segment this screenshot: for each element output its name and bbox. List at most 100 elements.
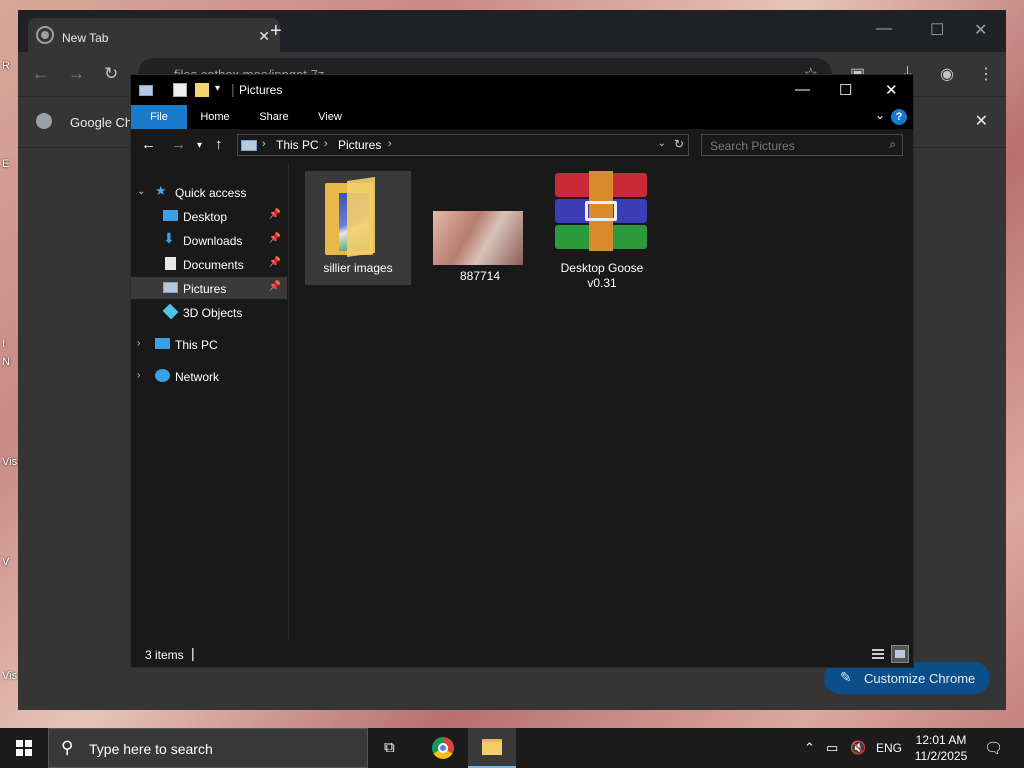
address-row: ← → ▾ ↑ › This PC › Pictures › ⌄ ↻ Searc… bbox=[131, 129, 913, 163]
nav-item-pictures[interactable]: Pictures 📌 bbox=[131, 277, 287, 299]
nav-item-documents[interactable]: Documents 📌 bbox=[131, 253, 287, 275]
large-icons-view-icon[interactable] bbox=[891, 645, 909, 663]
archive-item[interactable]: Desktop Goose v0.31 bbox=[549, 171, 655, 290]
tab-file[interactable]: File bbox=[131, 105, 187, 129]
search-placeholder: Search Pictures bbox=[710, 139, 795, 153]
maximize-icon[interactable]: ☐ bbox=[930, 20, 944, 40]
up-icon[interactable]: ↑ bbox=[215, 136, 223, 153]
desktop-icon bbox=[163, 210, 178, 221]
qat-dropdown-icon[interactable]: ▾ bbox=[215, 83, 220, 94]
tab-view[interactable]: View bbox=[311, 105, 349, 129]
chrome-icon bbox=[38, 28, 52, 42]
folder-icon bbox=[482, 739, 502, 755]
chevron-right-icon[interactable]: › bbox=[137, 338, 140, 349]
chevron-right-icon[interactable]: › bbox=[262, 138, 266, 150]
taskbar-file-explorer[interactable] bbox=[468, 728, 516, 768]
nav-item-desktop[interactable]: Desktop 📌 bbox=[131, 205, 287, 227]
back-icon[interactable]: ← bbox=[32, 64, 49, 84]
notification-icon[interactable]: 🗨 bbox=[984, 739, 1003, 757]
file-list: sillier images 887714 Desktop Goose v0.3… bbox=[291, 163, 913, 641]
properties-icon[interactable] bbox=[173, 83, 187, 97]
close-icon[interactable]: ✕ bbox=[975, 111, 988, 131]
folder-item[interactable]: sillier images bbox=[305, 171, 411, 285]
search-icon: ⚲ bbox=[61, 738, 74, 757]
ribbon: File Home Share View ⌄ ? bbox=[131, 105, 913, 129]
new-tab-button[interactable]: + bbox=[270, 20, 282, 43]
chevron-up-icon[interactable]: ⌃ bbox=[804, 740, 815, 756]
menu-icon[interactable]: ⋮ bbox=[978, 64, 994, 84]
close-icon[interactable]: ✕ bbox=[258, 28, 270, 45]
chevron-right-icon[interactable]: › bbox=[388, 138, 392, 150]
nav-item-downloads[interactable]: ⬇ Downloads 📌 bbox=[131, 229, 287, 251]
maximize-icon[interactable]: ☐ bbox=[839, 81, 852, 99]
cube-icon bbox=[162, 303, 179, 320]
nav-this-pc[interactable]: › This PC bbox=[131, 333, 287, 355]
reload-icon[interactable]: ↻ bbox=[104, 64, 118, 84]
date: 11/2/2025 bbox=[914, 749, 968, 763]
tab-home[interactable]: Home bbox=[193, 105, 237, 129]
navigation-pane: ⌄ ★ Quick access Desktop 📌 ⬇ Downloads 📌… bbox=[131, 163, 289, 641]
start-button[interactable] bbox=[0, 728, 48, 768]
task-view-button[interactable]: ⧉ bbox=[368, 728, 416, 768]
info-text: Google Ch bbox=[70, 115, 133, 130]
minimize-icon[interactable]: — bbox=[795, 81, 810, 98]
desktop-icon-fragment[interactable]: N bbox=[2, 356, 18, 368]
chevron-right-icon[interactable]: › bbox=[324, 138, 328, 150]
close-icon[interactable]: ✕ bbox=[974, 20, 987, 40]
pictures-icon bbox=[241, 140, 257, 151]
nav-network[interactable]: › Network bbox=[131, 365, 287, 387]
chevron-down-icon[interactable]: ⌄ bbox=[658, 138, 666, 149]
nav-item-3d-objects[interactable]: 3D Objects bbox=[131, 301, 287, 323]
chevron-down-icon[interactable]: ⌄ bbox=[875, 108, 885, 122]
pin-icon: 📌 bbox=[268, 281, 281, 292]
download-icon: ⬇ bbox=[163, 230, 175, 246]
forward-icon[interactable]: → bbox=[171, 136, 186, 153]
refresh-icon[interactable]: ↻ bbox=[674, 137, 684, 151]
file-name: Desktop Goose v0.31 bbox=[560, 261, 644, 290]
star-icon: ★ bbox=[155, 183, 167, 198]
volume-muted-icon[interactable]: 🔇 bbox=[850, 740, 866, 756]
divider: | bbox=[191, 645, 195, 661]
help-icon[interactable]: ? bbox=[891, 109, 907, 125]
nav-label: 3D Objects bbox=[183, 306, 243, 320]
network-icon[interactable]: ▭ bbox=[826, 740, 838, 756]
tab-new-tab[interactable]: New Tab ✕ bbox=[28, 18, 280, 52]
tab-share[interactable]: Share bbox=[253, 105, 295, 129]
image-item[interactable]: 887714 bbox=[427, 171, 533, 285]
search-input[interactable]: Search Pictures ⌕ bbox=[701, 134, 903, 156]
clock[interactable]: 12:01 AM 11/2/2025 bbox=[910, 732, 972, 764]
breadcrumb-this-pc[interactable]: This PC bbox=[276, 138, 319, 152]
close-icon[interactable]: ✕ bbox=[885, 81, 898, 99]
desktop-icon-fragment[interactable]: E bbox=[2, 158, 18, 170]
profile-icon[interactable]: ◉ bbox=[940, 64, 954, 84]
pencil-icon: ✎ bbox=[840, 669, 852, 685]
folder-icon bbox=[325, 177, 389, 259]
chevron-right-icon[interactable]: › bbox=[137, 370, 140, 381]
taskbar-chrome[interactable] bbox=[420, 728, 468, 768]
details-view-icon[interactable] bbox=[869, 645, 887, 663]
forward-icon[interactable]: → bbox=[68, 64, 85, 84]
minimize-icon[interactable]: — bbox=[876, 20, 892, 38]
new-folder-icon[interactable] bbox=[195, 83, 209, 97]
time: 12:01 AM bbox=[915, 733, 967, 747]
taskbar-search[interactable]: ⚲ Type here to search bbox=[48, 728, 368, 768]
recent-dropdown-icon[interactable]: ▾ bbox=[197, 140, 202, 151]
language-indicator[interactable]: ENG bbox=[876, 741, 902, 755]
search-icon: ⌕ bbox=[889, 137, 896, 151]
back-icon[interactable]: ← bbox=[141, 136, 156, 153]
customize-label: Customize Chrome bbox=[864, 671, 976, 686]
nav-label: Downloads bbox=[183, 234, 243, 248]
divider: | bbox=[231, 81, 235, 97]
nav-quick-access[interactable]: ⌄ ★ Quick access bbox=[131, 181, 287, 203]
address-bar[interactable]: › This PC › Pictures › ⌄ ↻ bbox=[237, 134, 689, 156]
title-bar: ▾ | Pictures — ☐ ✕ bbox=[131, 75, 913, 105]
taskbar: ⚲ Type here to search ⧉ ⌃ ▭ 🔇 ENG 12:01 … bbox=[0, 728, 1024, 768]
desktop-icon-fragment[interactable]: R bbox=[2, 60, 18, 72]
desktop-icon-fragment[interactable]: V bbox=[2, 556, 18, 568]
desktop-icon-fragment[interactable]: I bbox=[2, 338, 18, 350]
image-thumbnail-icon bbox=[433, 211, 523, 265]
chevron-down-icon[interactable]: ⌄ bbox=[137, 186, 145, 197]
pin-icon: 📌 bbox=[268, 257, 281, 268]
breadcrumb-pictures[interactable]: Pictures bbox=[338, 138, 381, 152]
status-bar: 3 items | bbox=[131, 641, 913, 667]
